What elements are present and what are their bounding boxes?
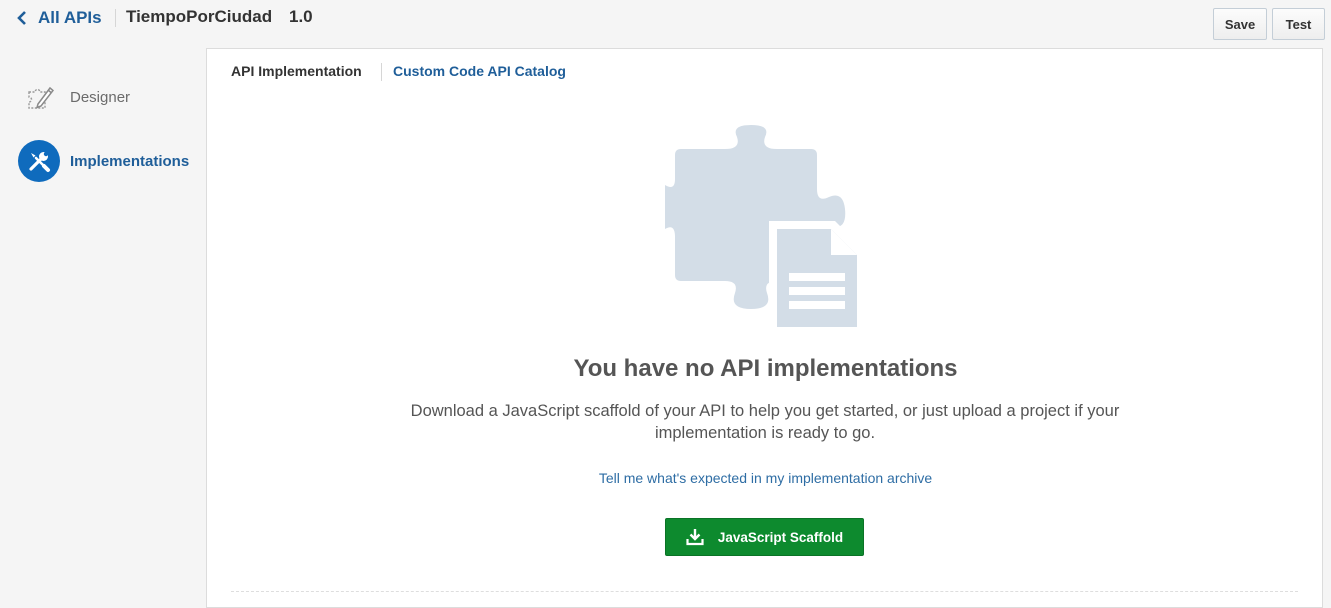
back-link-label: All APIs	[38, 8, 102, 27]
sidebar-item-designer[interactable]: Designer	[18, 78, 130, 116]
implementation-panel: API Implementation Custom Code API Catal…	[206, 48, 1323, 608]
puzzle-document-icon	[665, 125, 865, 340]
designer-icon	[18, 78, 62, 116]
api-version: 1.0	[289, 7, 313, 26]
implementation-archive-help-link[interactable]: Tell me what's expected in my implementa…	[207, 470, 1324, 486]
chevron-left-icon	[16, 11, 28, 25]
tab-custom-code-api-catalog[interactable]: Custom Code API Catalog	[393, 63, 566, 79]
sidebar-item-implementations[interactable]: Implementations	[18, 139, 189, 183]
tab-divider	[381, 63, 382, 81]
sidebar-item-label: Implementations	[70, 152, 190, 170]
download-icon	[686, 528, 704, 546]
empty-state-description: Download a JavaScript scaffold of your A…	[410, 402, 1120, 442]
tab-api-implementation[interactable]: API Implementation	[231, 63, 362, 79]
sidebar-item-label: Designer	[70, 88, 131, 106]
save-button[interactable]: Save	[1213, 8, 1267, 40]
api-name-title: TiempoPorCiudad	[126, 7, 273, 26]
wrench-screwdriver-icon	[18, 140, 60, 182]
panel-divider	[231, 591, 1298, 592]
javascript-scaffold-button[interactable]: JavaScript Scaffold	[665, 518, 864, 556]
test-button[interactable]: Test	[1272, 8, 1325, 40]
scaffold-button-label: JavaScript Scaffold	[717, 529, 844, 545]
title-divider	[115, 9, 116, 27]
empty-state-title: You have no API implementations	[573, 355, 958, 382]
back-to-all-apis-link[interactable]: All APIs	[16, 6, 102, 30]
